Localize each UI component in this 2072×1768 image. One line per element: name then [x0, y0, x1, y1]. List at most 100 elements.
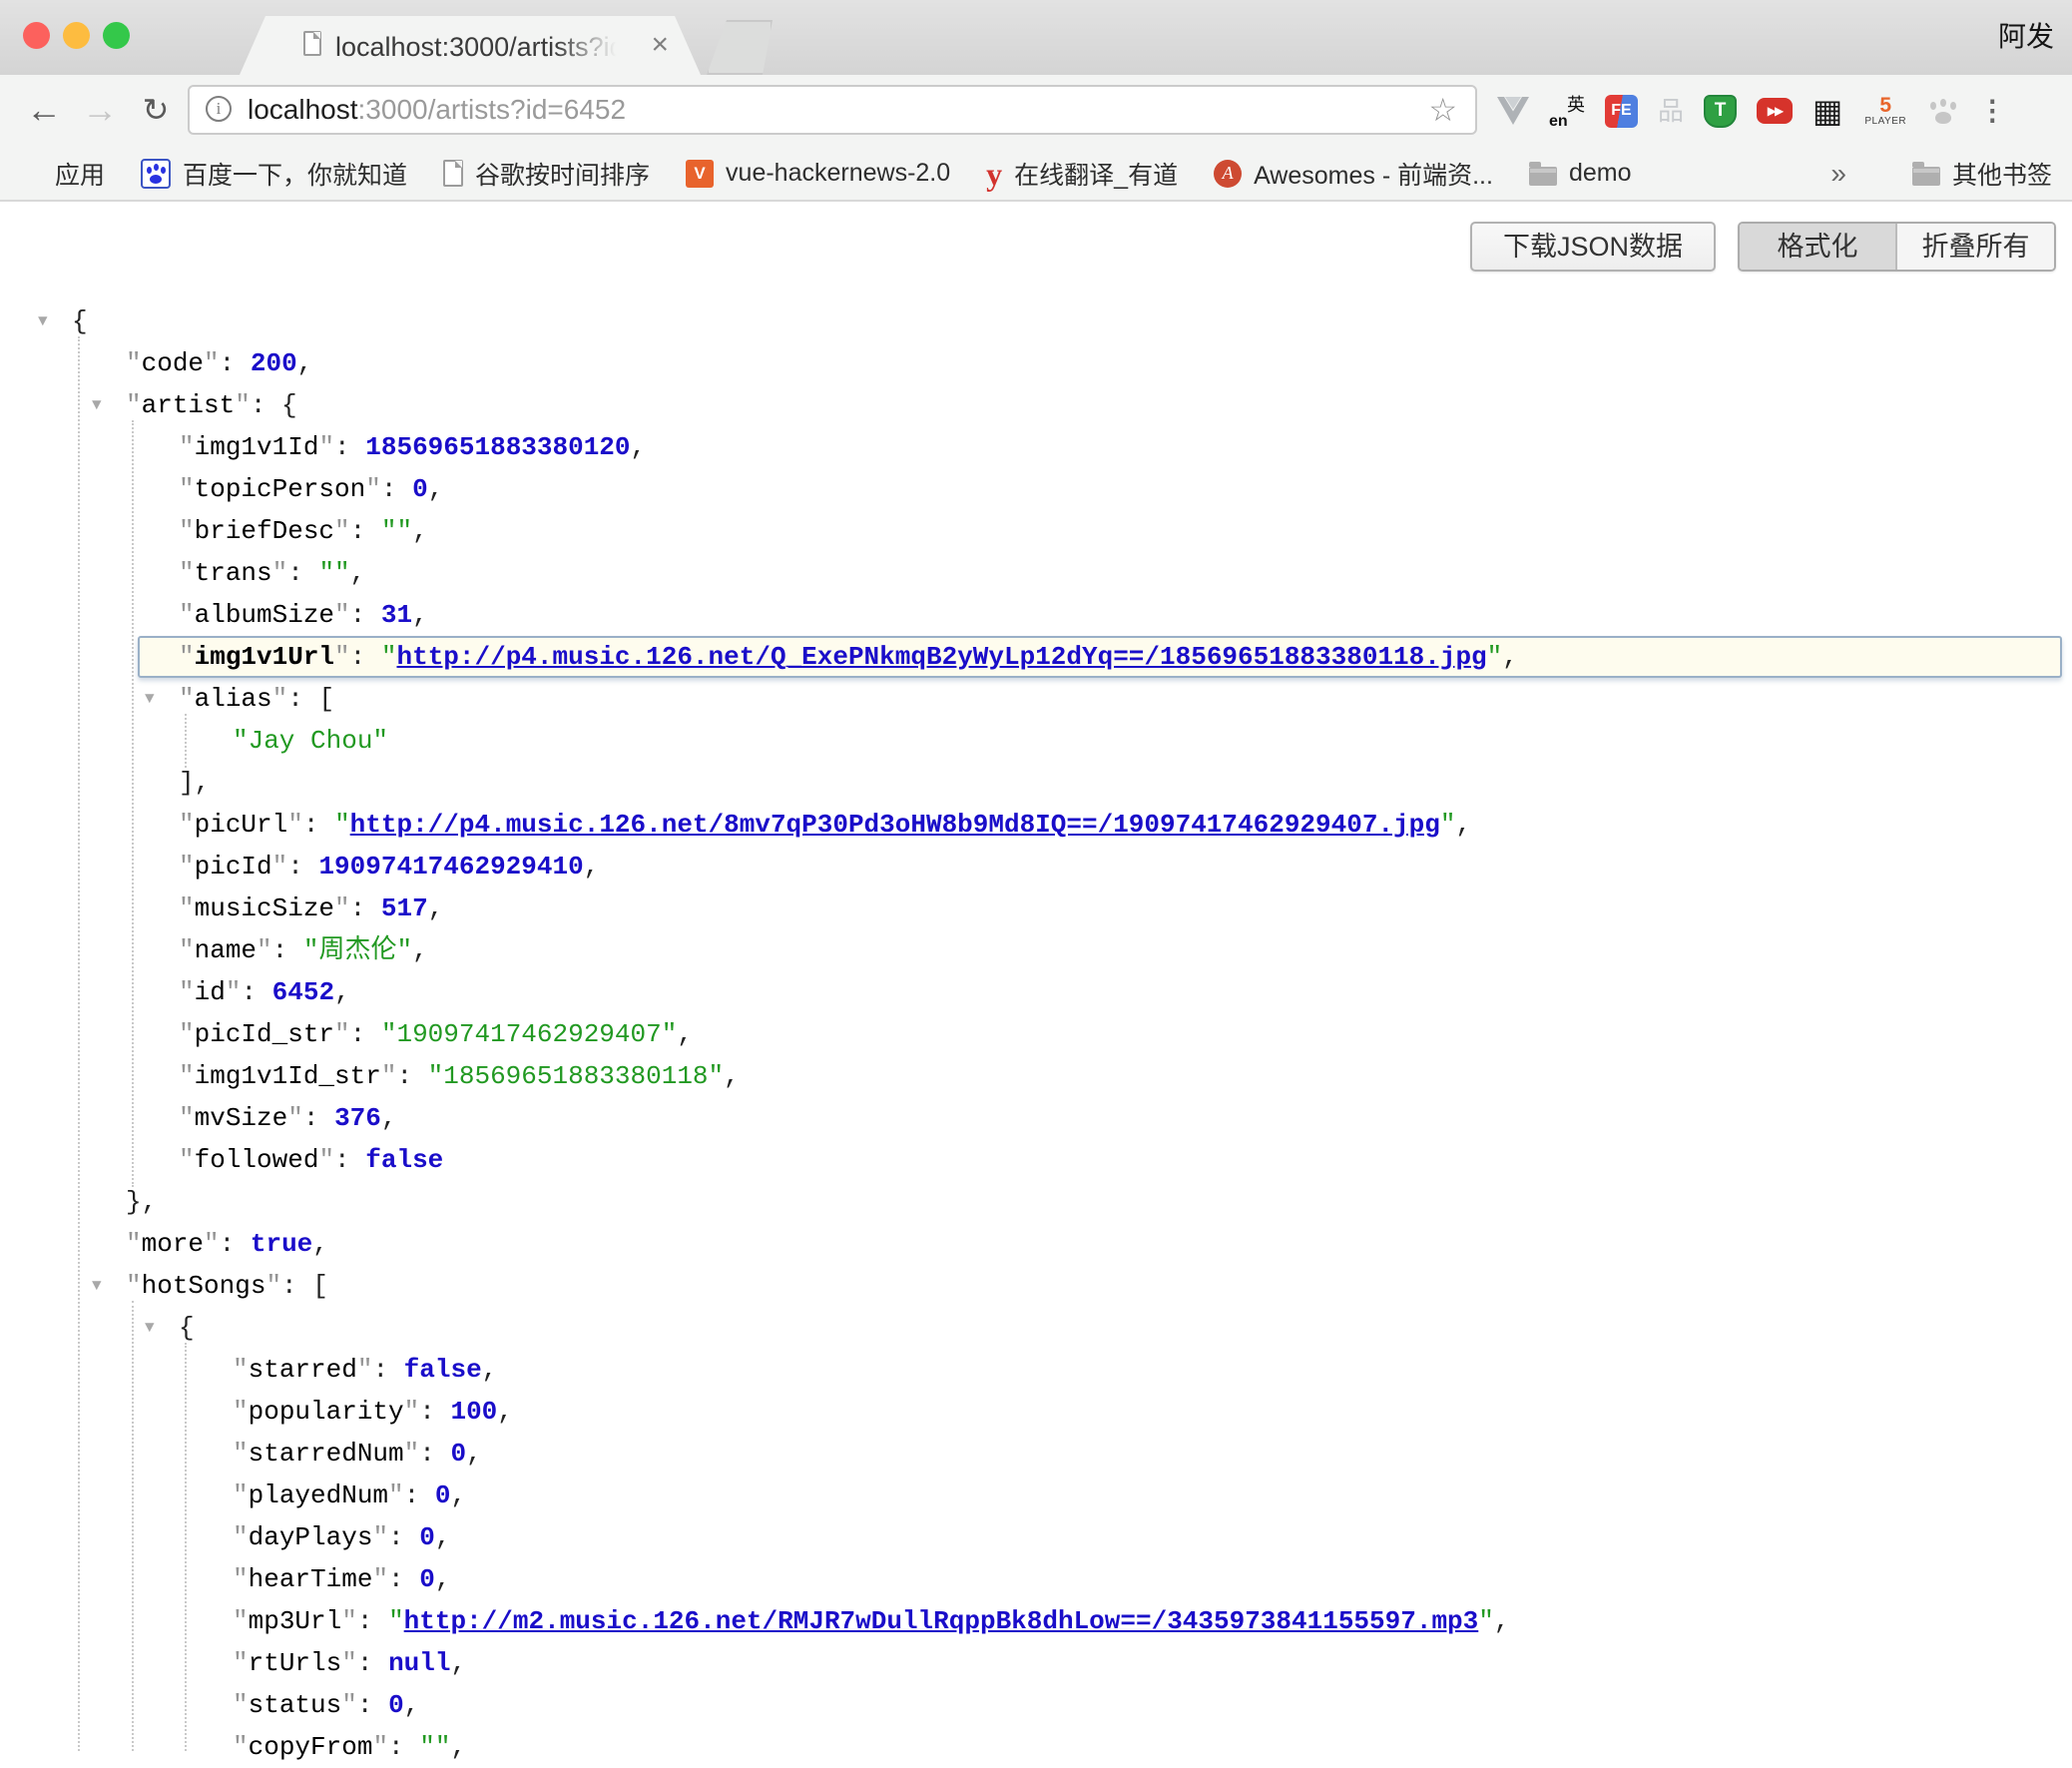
json-line: "picId": 19097417462929410,: [0, 846, 2072, 887]
json-line: "trans": "",: [0, 552, 2072, 594]
json-line: "code": 200,: [0, 342, 2072, 384]
json-line: "img1v1Id_str": "18569651883380118",: [0, 1055, 2072, 1097]
other-bookmarks-folder[interactable]: 其他书签: [1912, 156, 2052, 192]
vue-orange-icon: V: [686, 160, 714, 188]
json-line: "img1v1Id": 18569651883380120,: [0, 426, 2072, 468]
back-icon[interactable]: [22, 75, 66, 147]
bookmark-star-icon[interactable]: [1428, 92, 1457, 128]
json-line: "dayPlays": 0,: [0, 1516, 2072, 1558]
json-line: "topicPerson": 0,: [0, 468, 2072, 510]
indent-guide: [132, 1301, 134, 1751]
page-favicon-icon: [303, 31, 321, 56]
extension-icons: en英 FE 品T ▶▶ ▦ 5PLAYER ⋮: [1497, 75, 2058, 147]
bookmark-label: 百度一下，你就知道: [183, 156, 407, 192]
bookmark-item[interactable]: demo: [1529, 159, 1632, 188]
json-line: "Jay Chou": [0, 720, 2072, 762]
bookmarks-overflow-chevron[interactable]: »: [1830, 158, 1846, 190]
json-line: "picUrl": "http://p4.music.126.net/8mv7q…: [0, 804, 2072, 846]
fe-icon[interactable]: FE: [1605, 95, 1638, 128]
bookmark-item[interactable]: 谷歌按时间排序: [443, 156, 650, 192]
bookmark-item[interactable]: 应用: [18, 156, 105, 192]
json-line: "picId_str": "19097417462929407",: [0, 1013, 2072, 1055]
bookmark-item[interactable]: A Awesomes - 前端资...: [1214, 156, 1493, 192]
json-line: "name": "周杰伦",: [0, 929, 2072, 971]
apps-grid-icon: [18, 161, 43, 186]
forward-icon: [78, 75, 122, 147]
json-line: },: [0, 1181, 2072, 1223]
qr-code-icon[interactable]: ▦: [1813, 94, 1842, 128]
vue-devtools-icon[interactable]: [1497, 97, 1529, 125]
sitemap-icon[interactable]: 品: [1658, 96, 1684, 126]
bookmark-label: 应用: [55, 156, 105, 192]
baidu-paw-icon: [141, 159, 171, 189]
bookmarks-bar: 应用 百度一下，你就知道 谷歌按时间排序 Vvue-hackernews-2.0 y在线…: [0, 147, 2072, 202]
reload-icon[interactable]: [134, 75, 178, 147]
window-close-button[interactable]: [23, 22, 50, 49]
bookmark-item[interactable]: Vvue-hackernews-2.0: [686, 159, 950, 188]
tab-title-fade: [555, 30, 637, 64]
json-line: "popularity": 100,: [0, 1391, 2072, 1433]
json-line: "img1v1Url": "http://p4.music.126.net/Q_…: [138, 636, 2062, 678]
window-minimize-button[interactable]: [63, 22, 90, 49]
json-line: "briefDesc": "",: [0, 510, 2072, 552]
json-line: "copyFrom": "",: [0, 1726, 2072, 1768]
json-line: "status": 0,: [0, 1684, 2072, 1726]
indent-guide: [185, 714, 187, 768]
json-url-link[interactable]: http://m2.music.126.net/RMJR7wDullRqppBk…: [404, 1606, 1479, 1636]
json-line: "albumSize": 31,: [0, 594, 2072, 636]
bookmark-label: 谷歌按时间排序: [475, 156, 650, 192]
indent-guide: [185, 1343, 187, 1751]
collapse-toggle-icon[interactable]: ▼: [145, 1307, 155, 1349]
translate-icon[interactable]: en英: [1549, 94, 1585, 128]
json-line: "playedNum": 0,: [0, 1474, 2072, 1516]
json-line: ▼"alias": [: [0, 678, 2072, 720]
json-line: ▼{: [0, 300, 2072, 342]
collapse-toggle-icon[interactable]: ▼: [92, 1265, 102, 1307]
tab-strip: localhost:3000/artists?id=645 × 阿发: [0, 0, 2072, 75]
json-line: "hearTime": 0,: [0, 1558, 2072, 1600]
collapse-toggle-icon[interactable]: ▼: [145, 678, 155, 720]
window-zoom-button[interactable]: [103, 22, 130, 49]
video-player-icon[interactable]: ▶▶: [1757, 98, 1793, 124]
indent-guide: [78, 336, 80, 1751]
url-text[interactable]: localhost:3000/artists?id=6452: [248, 94, 626, 126]
address-bar[interactable]: localhost:3000/artists?id=6452: [188, 85, 1477, 135]
tampermonkey-icon[interactable]: T: [1704, 95, 1737, 128]
bookmark-label: demo: [1569, 159, 1632, 188]
profile-name[interactable]: 阿发: [1998, 20, 2054, 54]
json-line: ▼{: [0, 1307, 2072, 1349]
url-path: :3000/artists?id=6452: [358, 94, 627, 125]
json-line: "mp3Url": "http://m2.music.126.net/RMJR7…: [0, 1600, 2072, 1642]
folder-icon: [1912, 167, 1940, 186]
json-line: "more": true,: [0, 1223, 2072, 1265]
tab-close-icon[interactable]: ×: [651, 28, 669, 62]
json-line: ],: [0, 762, 2072, 804]
awesomes-icon: A: [1214, 160, 1242, 188]
bookmark-label: 其他书签: [1952, 156, 2052, 192]
json-line: ▼"hotSongs": [: [0, 1265, 2072, 1307]
folder-icon: [1529, 167, 1557, 186]
bookmark-item[interactable]: 百度一下，你就知道: [141, 156, 407, 192]
browser-tab[interactable]: localhost:3000/artists?id=645 ×: [240, 16, 701, 75]
collapse-toggle-icon[interactable]: ▼: [38, 300, 48, 342]
new-tab-button[interactable]: [707, 20, 773, 75]
page-content: 下载JSON数据 格式化 折叠所有 ▼{"code": 200,▼"artist…: [0, 202, 2072, 1751]
html5-player-icon[interactable]: 5PLAYER: [1862, 96, 1908, 127]
bookmark-label: 在线翻译_有道: [1014, 156, 1178, 192]
json-line: "followed": false: [0, 1139, 2072, 1181]
json-url-link[interactable]: http://p4.music.126.net/8mv7qP30Pd3oHW8b…: [350, 810, 1440, 840]
site-info-icon[interactable]: [206, 96, 232, 122]
paw-icon[interactable]: [1928, 96, 1958, 126]
bookmark-item[interactable]: y在线翻译_有道: [986, 156, 1178, 192]
json-line: "rtUrls": null,: [0, 1642, 2072, 1684]
json-line: "starredNum": 0,: [0, 1433, 2072, 1474]
browser-menu-icon[interactable]: ⋮: [1978, 95, 2006, 127]
collapse-toggle-icon[interactable]: ▼: [92, 384, 102, 426]
json-line: "mvSize": 376,: [0, 1097, 2072, 1139]
json-line: "id": 6452,: [0, 971, 2072, 1013]
bookmark-label: vue-hackernews-2.0: [726, 159, 950, 188]
json-line: ▼"artist": {: [0, 384, 2072, 426]
url-host: localhost: [248, 94, 358, 125]
bookmark-label: Awesomes - 前端资...: [1254, 156, 1493, 192]
json-url-link[interactable]: http://p4.music.126.net/Q_ExePNkmqB2yWyL…: [396, 642, 1486, 672]
